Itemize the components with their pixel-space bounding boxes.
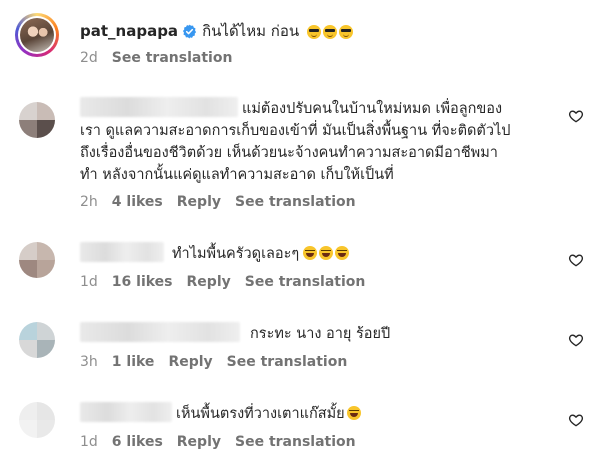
comment-reply-button[interactable]: Reply: [177, 194, 221, 210]
tears-of-joy-emoji-icon: [303, 246, 318, 260]
comment-time: 2h: [80, 194, 98, 210]
like-heart-icon[interactable]: [568, 412, 584, 428]
comment-likes-count[interactable]: 1 like: [112, 354, 155, 370]
comment-see-translation-button[interactable]: See translation: [245, 274, 366, 290]
comment-text-line: เห็นพื้นตรงที่วางเตาแก๊สมั้ย: [176, 406, 345, 422]
comment-reply-button[interactable]: Reply: [187, 274, 231, 290]
commenter-username-blurred[interactable]: [80, 242, 164, 262]
comment-likes-count[interactable]: 16 likes: [112, 274, 173, 290]
comment-avatar[interactable]: [19, 322, 55, 358]
comment-item: เห็นพื้นตรงที่วางเตาแก๊สมั้ย 1d 6 likes …: [0, 392, 600, 462]
comment-item: ทำไมพื้นครัวดูเลอะๆ 1d 16 likes Reply Se…: [0, 232, 600, 302]
comment-text-line: เรา ดูแลความสะอาดการเก็บของเข้าที่ มันเป…: [80, 123, 511, 139]
tears-of-joy-emoji-icon: [346, 406, 361, 420]
tears-of-joy-emoji-icon: [335, 246, 350, 260]
post-caption: pat_napapa กินได้ไหม ก่อน 2d See transla…: [0, 0, 600, 78]
sunglasses-emoji-icon: [307, 24, 322, 39]
comment-text-line: กระทะ นาง อายุ ร้อยปี: [250, 326, 391, 342]
comment-see-translation-button[interactable]: See translation: [235, 434, 356, 450]
commenter-username-blurred[interactable]: [80, 97, 238, 117]
comment-reply-button[interactable]: Reply: [177, 434, 221, 450]
caption-text: กินได้ไหม ก่อน: [202, 22, 300, 40]
commenter-username-blurred[interactable]: [80, 402, 172, 422]
comment-text-line: แม่ต้องปรับคนในบ้านใหม่หมด เพื่อลูกของ: [242, 101, 503, 117]
comment-time: 3h: [80, 354, 98, 370]
comment-avatar[interactable]: [19, 402, 55, 438]
comment-see-translation-button[interactable]: See translation: [235, 194, 356, 210]
comment-likes-count[interactable]: 4 likes: [112, 194, 163, 210]
commenter-username-blurred[interactable]: [80, 322, 240, 342]
comment-time: 1d: [80, 434, 98, 450]
comment-avatar[interactable]: [19, 102, 55, 138]
owner-username[interactable]: pat_napapa: [80, 22, 178, 40]
comment-item: แม่ต้องปรับคนในบ้านใหม่หมด เพื่อลูกของ เ…: [0, 92, 600, 222]
comment-text-line: ทำ หลังจากนั้นแค่ดูแลทำความสะอาด เก็บให้…: [80, 167, 394, 183]
caption-see-translation-button[interactable]: See translation: [112, 50, 233, 66]
comment-see-translation-button[interactable]: See translation: [227, 354, 348, 370]
sunglasses-emoji-icon: [339, 24, 354, 39]
owner-avatar[interactable]: [15, 13, 59, 57]
comment-text-line: ถึงเรื่องอื่นของชีวิตด้วย เห็นด้วยนะจ้าง…: [80, 145, 498, 161]
comment-time: 1d: [80, 274, 98, 290]
comment-avatar[interactable]: [19, 242, 55, 278]
owner-avatar-photo: [20, 18, 54, 52]
like-heart-icon[interactable]: [568, 108, 584, 124]
comment-item: กระทะ นาง อายุ ร้อยปี 3h 1 like Reply Se…: [0, 312, 600, 382]
like-heart-icon[interactable]: [568, 252, 584, 268]
caption-time: 2d: [80, 50, 98, 66]
comment-text-line: ทำไมพื้นครัวดูเลอะๆ: [172, 246, 300, 262]
tears-of-joy-emoji-icon: [319, 246, 334, 260]
comment-reply-button[interactable]: Reply: [168, 354, 212, 370]
like-heart-icon[interactable]: [568, 332, 584, 348]
sunglasses-emoji-icon: [323, 24, 338, 39]
comment-likes-count[interactable]: 6 likes: [112, 434, 163, 450]
verified-badge-icon: [183, 24, 197, 38]
